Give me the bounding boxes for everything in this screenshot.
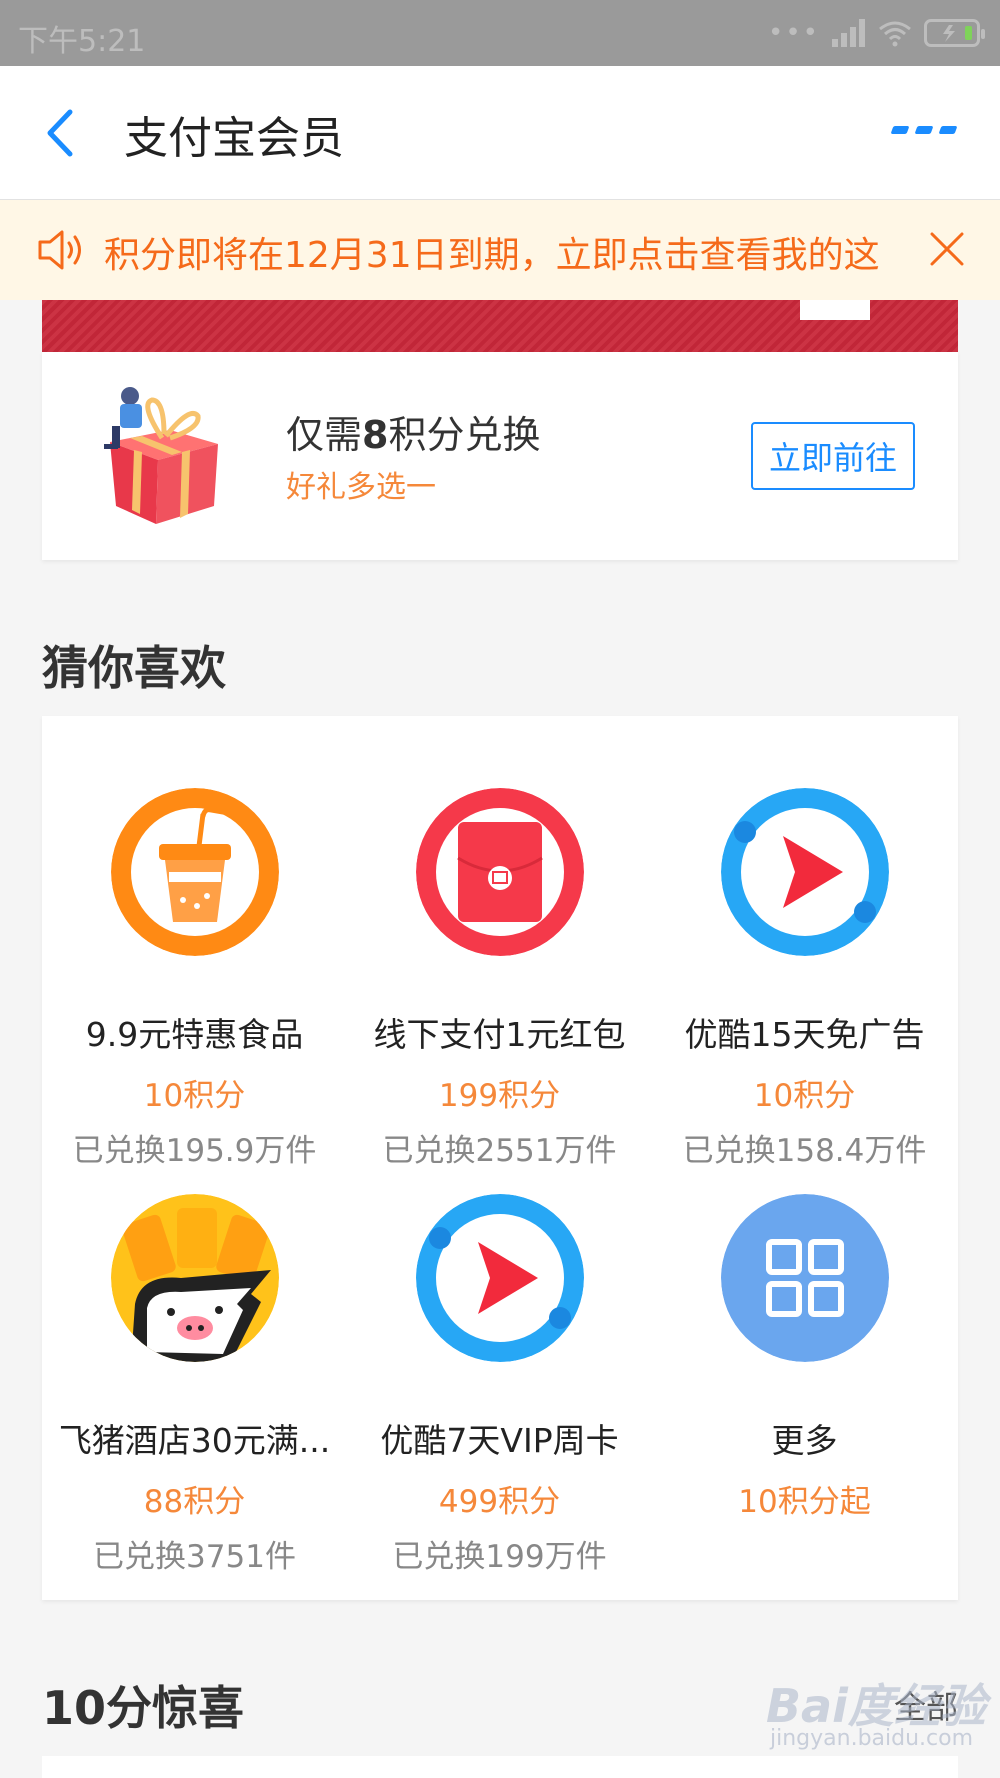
item-count: 已兑换195.9万件: [72, 1133, 317, 1169]
bubble-tea-icon: [110, 788, 279, 956]
grid-icon: [720, 1194, 889, 1362]
gift-box-icon: [104, 387, 218, 524]
item-name: 优酷15天免广告: [684, 1015, 925, 1054]
status-bar: 下午5:21 •••: [0, 0, 1000, 66]
notice-text: 积分即将在12月31日到期，立即点击查看我的这: [104, 235, 880, 276]
grid-item-fliggy-hotel[interactable]: 飞猪酒店30元满... 88积分 已兑换3751件: [42, 1194, 347, 1576]
fliggy-pig-icon: [110, 1194, 279, 1362]
promo-card[interactable]: 仅需8积分兑换 好礼多选一 立即前往: [42, 352, 958, 560]
item-price: 499积分: [438, 1484, 561, 1520]
item-count: 已兑换2551万件: [382, 1133, 617, 1169]
item-price: 199积分: [438, 1078, 561, 1114]
page-title: 支付宝会员: [124, 113, 344, 164]
promo-title: 仅需8积分兑换: [286, 413, 541, 457]
red-envelope-icon: [415, 788, 584, 956]
recommend-grid: 9.9元特惠食品 10积分 已兑换195.9万件 线下支付1元红包 199积分 …: [42, 716, 958, 1600]
section-title-surprise: 10分惊喜: [42, 1681, 245, 1735]
status-time: 下午5:21: [18, 24, 146, 59]
expiry-notice-bar[interactable]: 积分即将在12月31日到期，立即点击查看我的这: [0, 200, 1000, 300]
go-now-button[interactable]: 立即前往: [751, 422, 915, 490]
back-icon[interactable]: [40, 106, 84, 160]
grid-item-red-envelope[interactable]: 线下支付1元红包 199积分 已兑换2551万件: [347, 788, 652, 1170]
more-dots-icon: •••: [767, 18, 820, 48]
nav-bar: 支付宝会员: [0, 66, 1000, 200]
more-menu-icon[interactable]: [890, 126, 958, 134]
close-icon[interactable]: [928, 230, 966, 268]
item-count: 已兑换3751件: [93, 1539, 296, 1575]
item-name: 9.9元特惠食品: [85, 1015, 304, 1054]
youku-play-icon: [415, 1194, 584, 1362]
grid-item-more[interactable]: 更多 10积分起: [652, 1194, 957, 1521]
item-name: 飞猪酒店30元满...: [58, 1421, 331, 1460]
banner-badge: [800, 300, 870, 320]
watermark-url: jingyan.baidu.com: [770, 1726, 974, 1751]
speaker-icon: [38, 230, 81, 270]
item-price: 88积分: [143, 1484, 246, 1520]
battery-icon: [924, 19, 985, 47]
item-name: 线下支付1元红包: [373, 1015, 626, 1054]
system-icons: •••: [767, 18, 985, 48]
item-count: 已兑换158.4万件: [682, 1133, 927, 1169]
item-name: 优酷7天VIP周卡: [380, 1421, 619, 1460]
signal-icon: [832, 19, 866, 47]
item-price: 10积分: [143, 1078, 246, 1114]
surprise-card: [42, 1756, 958, 1778]
promo-subtitle: 好礼多选一: [286, 470, 436, 505]
wifi-icon: [879, 21, 911, 47]
grid-item-youku-vip[interactable]: 优酷7天VIP周卡 499积分 已兑换199万件: [347, 1194, 652, 1576]
grid-item-youku-ad-free[interactable]: 优酷15天免广告 10积分 已兑换158.4万件: [652, 788, 957, 1170]
item-name: 更多: [771, 1421, 838, 1460]
item-count: 已兑换199万件: [392, 1539, 607, 1575]
section-title-guess: 猜你喜欢: [42, 641, 226, 695]
banner-image[interactable]: [42, 300, 958, 352]
grid-item-food[interactable]: 9.9元特惠食品 10积分 已兑换195.9万件: [42, 788, 347, 1170]
youku-play-icon: [720, 788, 889, 956]
item-price: 10积分: [753, 1078, 856, 1114]
item-price: 10积分起: [738, 1484, 871, 1520]
